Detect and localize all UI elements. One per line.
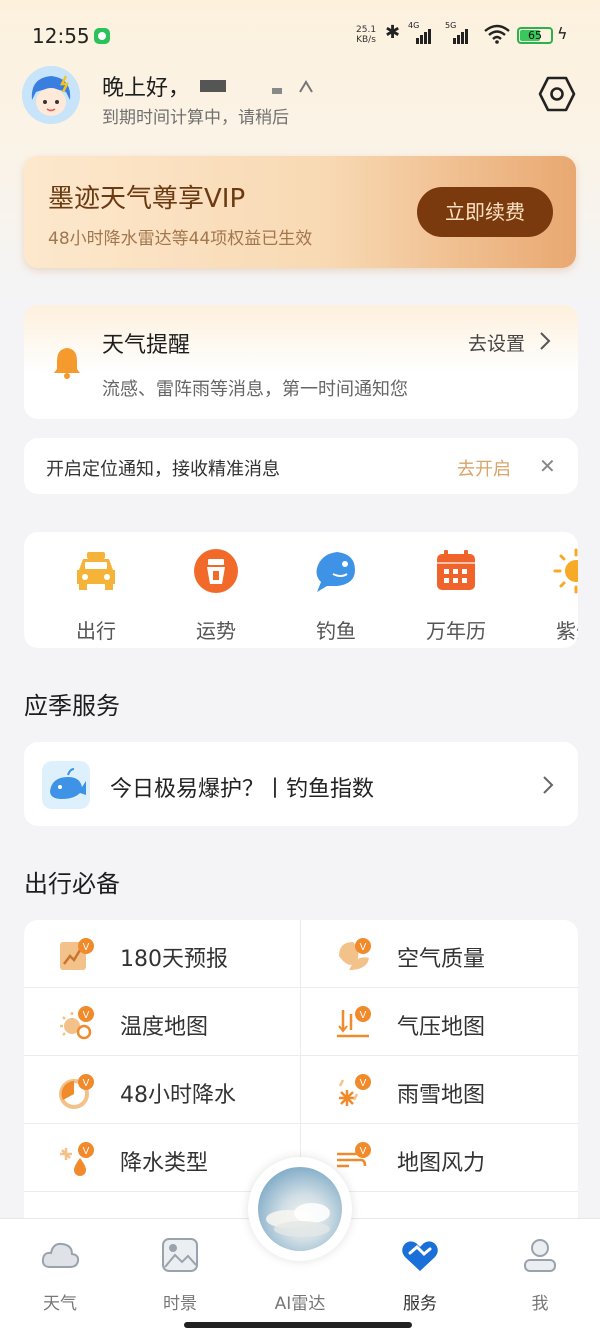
tab-label: 时景 <box>163 1294 197 1314</box>
tab-label: 我 <box>531 1294 549 1314</box>
chat-notification-icon <box>94 28 110 44</box>
tab-profile[interactable]: 我 <box>490 1231 590 1314</box>
seasonal-section-title: 应季服务 <box>24 692 120 720</box>
renew-button[interactable]: 立即续费 <box>417 187 553 237</box>
status-time: 12:55 <box>32 24 90 48</box>
network-speed: 25.1 KB/s <box>356 25 377 45</box>
weather-tab-icon <box>41 1242 80 1268</box>
rain-snow-map-icon: V <box>338 1074 371 1106</box>
precipitation-type-icon: V <box>60 1142 94 1176</box>
tab-label: 天气 <box>43 1294 77 1314</box>
grid-item-label: 雨雪地图 <box>397 1083 486 1108</box>
tool-label: 紫外 <box>556 619 578 643</box>
tab-label: 服务 <box>403 1294 437 1314</box>
signal-4g-icon: 4G <box>408 21 432 44</box>
avatar[interactable] <box>22 66 80 124</box>
wifi-icon <box>484 24 510 44</box>
forecast-180-icon: V <box>60 938 94 970</box>
fortune-icon <box>194 549 238 593</box>
pressure-map-icon: V <box>337 1006 371 1038</box>
temperature-map-icon: V <box>60 1006 94 1040</box>
quick-tools-row: 出行 运势 钓鱼 万年历 紫外 <box>24 532 578 648</box>
scenery-tab-icon <box>162 1238 198 1272</box>
svg-text:V: V <box>83 1146 90 1157</box>
tab-scenery[interactable]: 时景 <box>130 1231 230 1314</box>
reminder-title: 天气提醒 <box>102 333 191 358</box>
chevron-right-icon <box>543 776 554 794</box>
travel-section-title: 出行必备 <box>24 870 120 898</box>
charging-icon: ϟ <box>557 24 568 43</box>
tool-label: 出行 <box>76 619 116 643</box>
signal-5g-icon: 5G <box>445 21 469 44</box>
profile-tab-icon <box>524 1239 556 1272</box>
car-icon <box>77 552 115 590</box>
tool-fortune[interactable]: 运势 <box>171 546 261 642</box>
svg-text:V: V <box>360 1010 367 1021</box>
grid-item-48h-precipitation[interactable]: V 48小时降水 <box>24 1056 301 1124</box>
reminder-description: 流感、雷阵雨等消息，第一时间通知您 <box>102 379 408 400</box>
weather-reminder-card[interactable]: 天气提醒 去设置 流感、雷阵雨等消息，第一时间通知您 <box>24 305 578 419</box>
fishing-index-text: 今日极易爆护？丨钓鱼指数 <box>110 777 375 802</box>
cloud-sky-icon <box>266 1203 330 1237</box>
grid-item-temperature-map[interactable]: V 温度地图 <box>24 988 301 1056</box>
redacted-username <box>200 80 313 94</box>
svg-text:V: V <box>83 1078 90 1089</box>
bluetooth-icon: ✱ <box>385 22 401 43</box>
tab-label: AI雷达 <box>274 1294 326 1314</box>
enable-location-link[interactable]: 去开启 <box>457 455 511 481</box>
grid-item-label: 降水类型 <box>120 1151 209 1176</box>
greeting-text: 晚上好， <box>102 76 191 101</box>
grid-item-180-day-forecast[interactable]: V 180天预报 <box>24 920 301 988</box>
grid-item-label: 空气质量 <box>397 947 486 972</box>
grid-item-label: 180天预报 <box>120 947 228 972</box>
svg-text:V: V <box>360 942 367 953</box>
location-notice-bar: 开启定位通知，接收精准消息 去开启 ✕ <box>24 438 578 494</box>
grid-item-label: 温度地图 <box>120 1015 209 1040</box>
tool-calendar[interactable]: 万年历 <box>411 546 501 642</box>
status-bar: 12:55 25.1 KB/s ✱ 4G 5G 65 ϟ <box>0 0 600 72</box>
chevron-right-icon <box>540 332 551 350</box>
battery-icon: 65 <box>517 27 553 44</box>
tool-label: 运势 <box>196 619 236 643</box>
ai-radar-sky-image[interactable] <box>258 1167 342 1251</box>
svg-text:V: V <box>360 1078 367 1089</box>
vip-card[interactable]: 墨迹天气尊享VIP 48小时降水雷达等44项权益已生效 立即续费 <box>24 156 576 268</box>
air-quality-icon: V <box>339 938 371 970</box>
service-tab-icon <box>402 1241 438 1271</box>
expiry-status-text: 到期时间计算中，请稍后 <box>102 108 289 128</box>
fish-icon <box>316 552 355 592</box>
location-notice-text: 开启定位通知，接收精准消息 <box>46 459 280 480</box>
grid-item-label: 气压地图 <box>397 1015 486 1040</box>
tool-travel[interactable]: 出行 <box>51 546 141 642</box>
fishing-index-item[interactable]: 今日极易爆护？丨钓鱼指数 <box>24 742 578 826</box>
tab-weather[interactable]: 天气 <box>10 1231 110 1314</box>
reminder-settings-link[interactable]: 去设置 <box>468 329 525 356</box>
bell-icon <box>54 348 80 379</box>
grid-item-air-quality[interactable]: V 空气质量 <box>301 920 578 988</box>
close-icon[interactable]: ✕ <box>539 454 556 478</box>
tool-fishing[interactable]: 钓鱼 <box>291 546 381 642</box>
wind-map-icon: V <box>337 1142 371 1168</box>
whale-icon <box>42 761 90 809</box>
grid-item-rain-snow-map[interactable]: V 雨雪地图 <box>301 1056 578 1124</box>
avatar-character-icon <box>22 66 80 124</box>
svg-text:V: V <box>83 1010 90 1021</box>
tool-uv[interactable]: 紫外 <box>531 546 578 642</box>
sun-icon <box>553 548 578 594</box>
svg-text:V: V <box>83 942 90 953</box>
svg-text:V: V <box>360 1146 367 1157</box>
tool-label: 万年历 <box>426 619 486 643</box>
grid-item-label: 地图风力 <box>397 1151 486 1176</box>
grid-item-pressure-map[interactable]: V 气压地图 <box>301 988 578 1056</box>
settings-icon[interactable] <box>538 74 576 114</box>
tab-service[interactable]: 服务 <box>370 1231 470 1314</box>
tool-label: 钓鱼 <box>316 619 356 643</box>
vip-title: 墨迹天气尊享VIP <box>48 184 246 214</box>
grid-item-label: 48小时降水 <box>120 1083 236 1108</box>
home-indicator[interactable] <box>184 1322 412 1328</box>
vip-subtitle: 48小时降水雷达等44项权益已生效 <box>48 229 313 249</box>
precipitation-48h-icon: V <box>59 1074 94 1109</box>
calendar-icon <box>437 550 475 590</box>
